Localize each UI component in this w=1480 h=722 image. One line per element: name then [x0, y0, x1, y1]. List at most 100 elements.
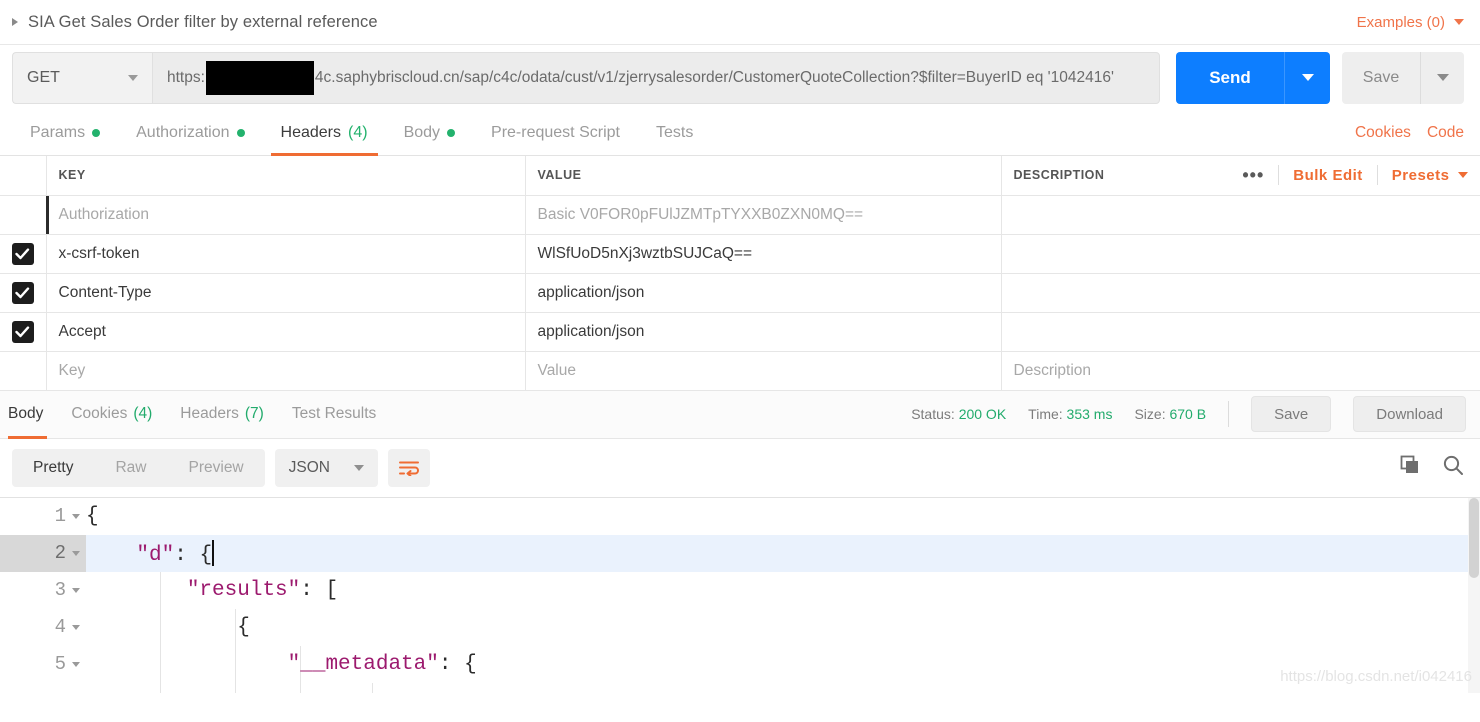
url-prefix: https:	[167, 68, 205, 86]
tab-authorization[interactable]: Authorization	[118, 110, 262, 155]
bulk-edit-button[interactable]: Bulk Edit	[1293, 167, 1363, 184]
request-tabs: Params Authorization Headers (4) Body Pr…	[0, 110, 1480, 156]
tab-params[interactable]: Params	[12, 110, 118, 155]
code-line[interactable]: 2 "d": {	[0, 534, 1480, 572]
header-description[interactable]	[1000, 272, 1480, 313]
table-row[interactable]: x-csrf-token WlSfUoD5nXj3wztbSUJCaQ==	[0, 233, 1480, 274]
code-token: : {	[174, 543, 213, 567]
new-header-description-input[interactable]: Description	[1000, 350, 1480, 391]
code-token: {	[237, 615, 250, 639]
status-label: Status:	[911, 406, 955, 422]
response-tab-cookies[interactable]: Cookies (4)	[57, 391, 166, 438]
table-row[interactable]: Authorization Basic V0FOR0pFUlJZMTpTYXXB…	[0, 194, 1480, 235]
code-token: : {	[438, 652, 477, 676]
response-tab-test-results[interactable]: Test Results	[278, 391, 390, 438]
row-checkbox-cell[interactable]	[0, 350, 47, 391]
response-tab-body[interactable]: Body	[0, 391, 57, 439]
status-badge: Status: 200 OK	[911, 406, 1006, 422]
line-number: 5	[54, 653, 66, 675]
view-mode-pretty[interactable]: Pretty	[12, 449, 94, 487]
line-gutter: 2	[0, 534, 86, 572]
response-language-value: JSON	[288, 458, 330, 476]
checkbox-checked-icon[interactable]	[11, 242, 34, 265]
header-description[interactable]	[1000, 311, 1480, 352]
table-row[interactable]: Content-Type application/json	[0, 272, 1480, 313]
code-line[interactable]: 1 {	[0, 497, 1480, 535]
more-options-icon[interactable]: •••	[1242, 166, 1264, 184]
code-line[interactable]: 5 "__metadata": {	[0, 645, 1480, 683]
examples-label: Examples (0)	[1356, 13, 1445, 31]
table-row-new[interactable]: Key Value Description	[0, 350, 1480, 391]
tab-body[interactable]: Body	[386, 110, 473, 155]
fold-triangle-icon[interactable]	[72, 513, 80, 519]
header-key[interactable]: Content-Type	[45, 272, 526, 313]
code-line[interactable]: 4 {	[0, 608, 1480, 646]
save-options-button[interactable]	[1420, 51, 1464, 104]
header-key[interactable]: Accept	[45, 311, 526, 352]
response-language-select[interactable]: JSON	[274, 448, 378, 487]
response-download-button[interactable]: Download	[1353, 396, 1466, 432]
send-button[interactable]: Send	[1176, 51, 1284, 104]
cookies-link[interactable]: Cookies	[1355, 124, 1411, 142]
search-button[interactable]	[1442, 454, 1464, 481]
tab-label: Pre-request Script	[491, 123, 620, 141]
header-value[interactable]: application/json	[524, 272, 1002, 313]
column-header-value: VALUE	[524, 156, 1002, 196]
header-key[interactable]: Authorization	[45, 194, 526, 235]
row-checkbox-cell[interactable]	[0, 272, 47, 313]
presets-button[interactable]: Presets	[1392, 167, 1450, 184]
tab-headers[interactable]: Headers (4)	[263, 110, 386, 156]
new-header-key-input[interactable]: Key	[45, 350, 526, 391]
tab-tests[interactable]: Tests	[638, 110, 711, 155]
indent-guide	[372, 682, 373, 693]
header-value[interactable]: WlSfUoD5nXj3wztbSUJCaQ==	[524, 233, 1002, 274]
scrollbar-thumb[interactable]	[1469, 497, 1479, 578]
header-value[interactable]: Basic V0FOR0pFUlJZMTpTYXXB0ZXN0MQ==	[524, 194, 1002, 235]
editor-scrollbar[interactable]	[1468, 497, 1480, 693]
row-checkbox-cell[interactable]	[0, 311, 47, 352]
response-meta: Status: 200 OK Time: 353 ms Size: 670 B …	[911, 396, 1480, 432]
text-cursor	[212, 539, 215, 566]
checkbox-checked-icon[interactable]	[11, 320, 34, 343]
checkbox-checked-icon[interactable]	[11, 281, 34, 304]
copy-button[interactable]	[1400, 455, 1420, 480]
column-header-description-label: DESCRIPTION	[1013, 168, 1105, 183]
triangle-right-icon[interactable]	[12, 18, 18, 26]
tab-pre-request-script[interactable]: Pre-request Script	[473, 110, 638, 155]
new-header-value-input[interactable]: Value	[524, 350, 1002, 391]
fold-triangle-icon[interactable]	[72, 661, 80, 667]
table-row[interactable]: Accept application/json	[0, 311, 1480, 352]
row-checkbox-cell[interactable]	[0, 233, 47, 274]
fold-triangle-icon[interactable]	[72, 587, 80, 593]
code-text: "results": [	[86, 579, 338, 602]
word-wrap-icon	[398, 461, 419, 476]
request-tabs-actions: Cookies Code	[1355, 110, 1464, 155]
word-wrap-button[interactable]	[387, 448, 430, 487]
headers-table-head-row: KEY VALUE DESCRIPTION ••• Bulk Edit Pres…	[0, 156, 1480, 196]
fold-triangle-icon[interactable]	[72, 550, 80, 556]
status-value: 200 OK	[958, 406, 1007, 422]
response-save-button[interactable]: Save	[1251, 396, 1332, 432]
save-button[interactable]: Save	[1342, 51, 1420, 104]
view-mode-raw[interactable]: Raw	[94, 449, 167, 487]
response-body-editor[interactable]: 1 { 2 "d": { 3 "results": [ 4 { 5 "__met…	[0, 496, 1480, 693]
send-options-button[interactable]	[1284, 51, 1330, 104]
tab-count: (4)	[133, 405, 153, 422]
url-input[interactable]: https: 4c.saphybriscloud.cn/sap/c4c/odata…	[152, 51, 1160, 104]
header-description[interactable]	[1000, 194, 1480, 235]
code-line[interactable]: 3 "results": [	[0, 571, 1480, 609]
response-tab-headers[interactable]: Headers (7)	[166, 391, 278, 438]
view-mode-preview[interactable]: Preview	[168, 449, 265, 487]
fold-triangle-icon[interactable]	[72, 624, 80, 630]
json-key-token: "d"	[136, 543, 175, 567]
response-actions	[1400, 454, 1464, 481]
modified-dot-icon	[236, 128, 245, 137]
header-description[interactable]	[1000, 233, 1480, 274]
examples-dropdown[interactable]: Examples (0)	[1357, 14, 1464, 31]
http-method-select[interactable]: GET	[12, 51, 152, 104]
tab-label: Tests	[655, 123, 694, 141]
header-key[interactable]: x-csrf-token	[45, 233, 526, 274]
row-checkbox-cell[interactable]	[0, 194, 47, 235]
code-link[interactable]: Code	[1427, 124, 1464, 142]
header-value[interactable]: application/json	[524, 311, 1002, 352]
